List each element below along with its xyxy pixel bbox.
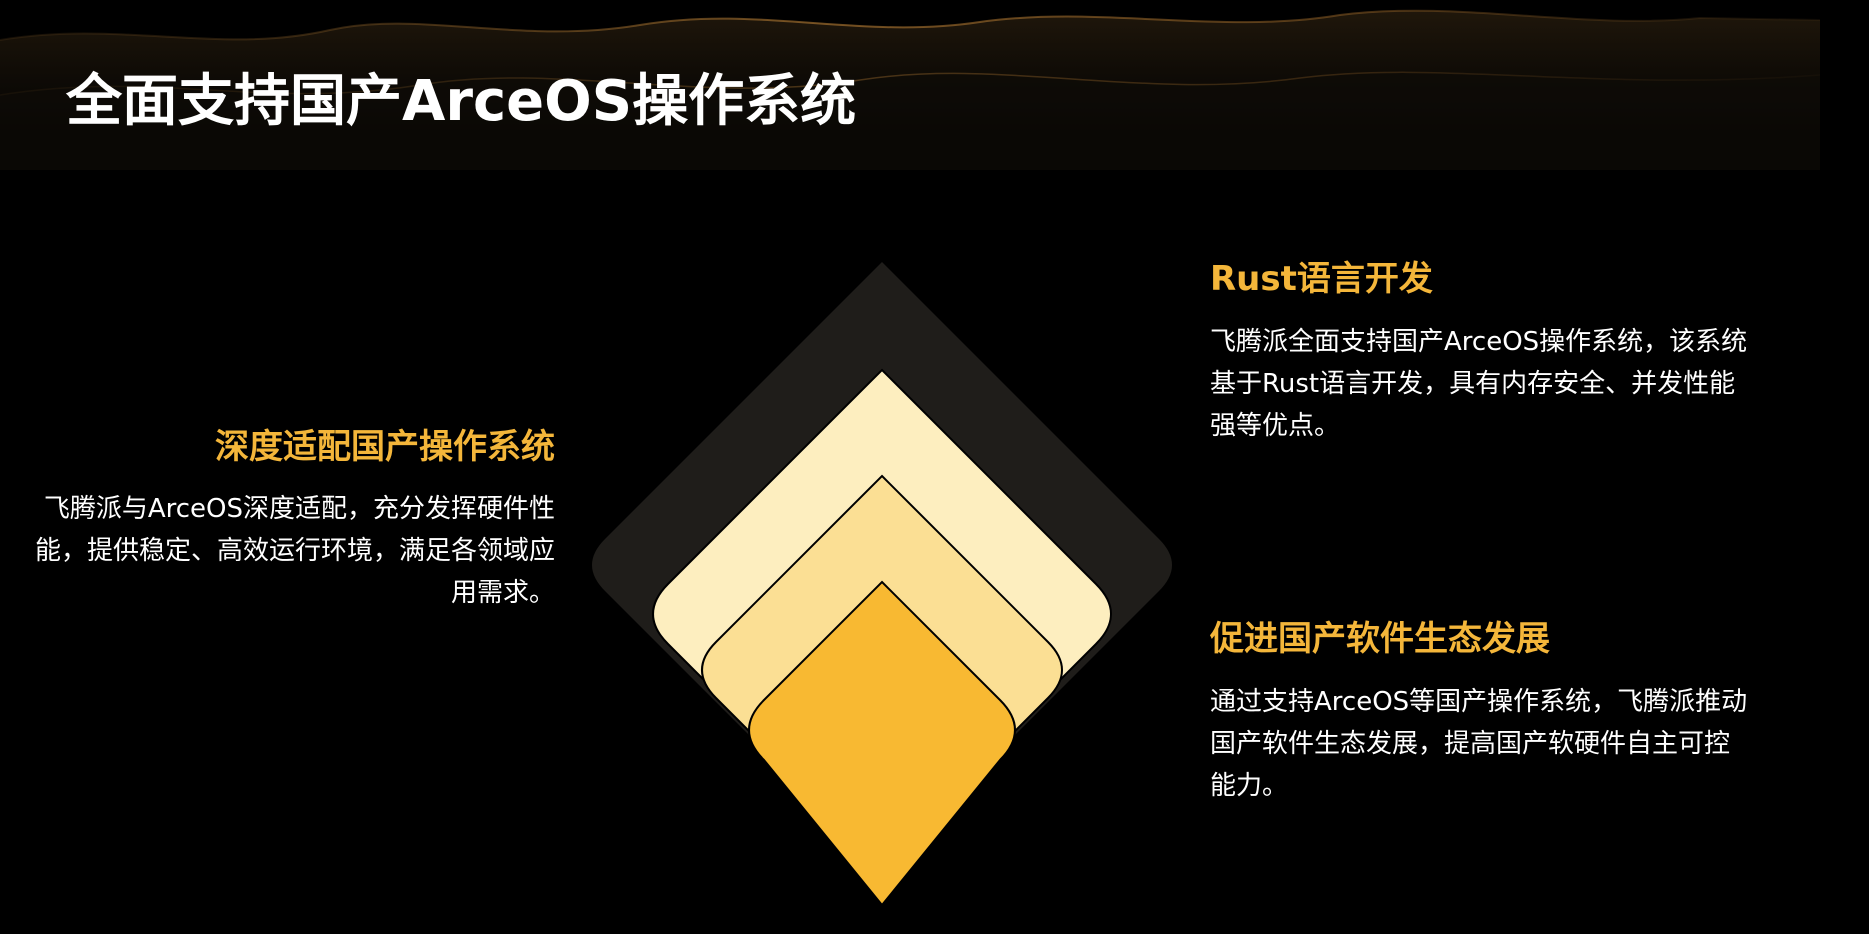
feature-software-ecosystem: 促进国产软件生态发展 通过支持ArceOS等国产操作系统，飞腾派推动国产软件生态… [1210,616,1750,807]
layered-diamond-graphic [592,262,1172,906]
slide: 全面支持国产ArceOS操作系统 深度适配国产操作系统 飞腾派与ArceOS深度… [0,0,1869,934]
feature-description: 飞腾派与ArceOS深度适配，充分发挥硬件性能，提供稳定、高效运行环境，满足各领… [34,494,555,608]
feature-heading: Rust语言开发 [1210,259,1433,299]
feature-deep-adaptation: 深度适配国产操作系统 飞腾派与ArceOS深度适配，充分发挥硬件性能，提供稳定、… [30,424,555,614]
feature-rust-development: Rust语言开发 飞腾派全面支持国产ArceOS操作系统，该系统基于Rust语言… [1210,256,1750,447]
feature-heading: 深度适配国产操作系统 [215,427,555,467]
feature-description: 飞腾派全面支持国产ArceOS操作系统，该系统基于Rust语言开发，具有内存安全… [1210,327,1748,441]
slide-title: 全面支持国产ArceOS操作系统 [66,69,857,134]
feature-description: 通过支持ArceOS等国产操作系统，飞腾派推动国产软件生态发展，提高国产软硬件自… [1210,687,1748,801]
feature-heading: 促进国产软件生态发展 [1210,619,1550,659]
